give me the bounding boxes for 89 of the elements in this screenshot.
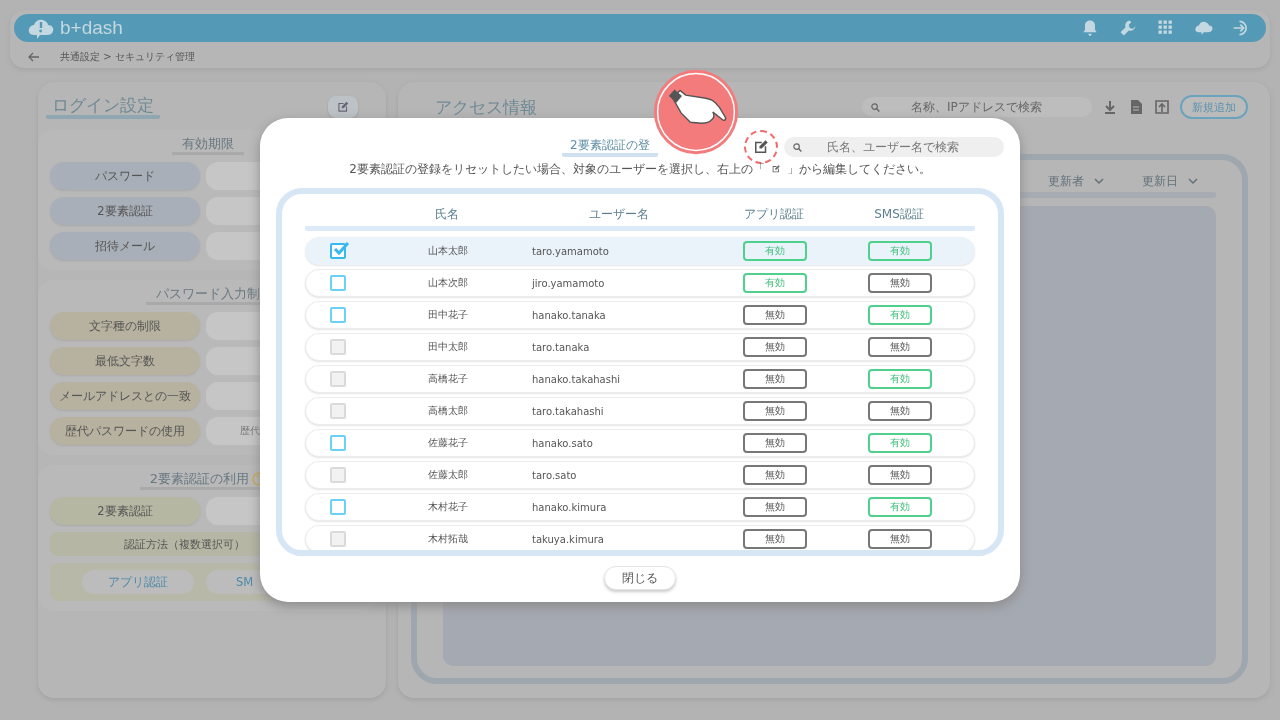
column-header: SMS認証 <box>873 205 925 223</box>
setting-label: 歴代パスワードの使用 <box>50 417 200 445</box>
status-badge: 無効 <box>868 401 932 421</box>
search-icon <box>870 101 881 113</box>
name-cell-text: 山本太郎 <box>426 244 469 258</box>
name-cell-text: 高橋太郎 <box>426 404 469 418</box>
status-badge: 無効 <box>743 305 807 325</box>
status-badge: 無効 <box>868 337 932 357</box>
status-badge: 無効 <box>743 497 807 517</box>
username-cell-text: hanako.tanaka <box>531 309 607 321</box>
search-icon <box>792 141 803 153</box>
status-badge: 有効 <box>868 497 932 517</box>
setting-label: 2要素認証 <box>50 497 200 525</box>
setting-label: 最低文字数 <box>50 347 200 375</box>
setting-label: 招待メール <box>50 232 200 260</box>
status-badge: 有効 <box>868 241 932 261</box>
status-badge: 無効 <box>743 369 807 389</box>
wrench-icon[interactable] <box>1118 18 1138 38</box>
username-cell-text: hanako.takahashi <box>531 373 622 385</box>
edit-icon <box>752 138 770 156</box>
setting-label: 2要素認証 <box>50 197 200 225</box>
user-row[interactable]: 佐藤花子 hanako.sato 無効 有効 <box>305 429 975 457</box>
panel-title: ログイン設定 <box>46 95 160 119</box>
setting-label: パスワード <box>50 162 200 190</box>
back-arrow-icon[interactable] <box>28 52 40 62</box>
status-badge: 有効 <box>868 305 932 325</box>
user-row[interactable]: 木村花子 hanako.kimura 無効 有効 <box>305 493 975 521</box>
user-row[interactable]: 山本太郎 taro.yamamoto 有効 有効 <box>305 237 975 265</box>
status-badge: 無効 <box>743 433 807 453</box>
section-title: パスワード入力制 <box>156 286 260 302</box>
name-cell-text: 佐藤花子 <box>426 436 469 450</box>
edit-button[interactable] <box>744 130 778 164</box>
document-icon[interactable] <box>1128 99 1144 115</box>
status-badge: 無効 <box>868 529 932 549</box>
search-field[interactable]: 氏名、ユーザー名で検索 <box>784 137 1004 157</box>
username-cell-text: taro.yamamoto <box>531 245 610 257</box>
checkbox[interactable] <box>330 243 346 259</box>
checkbox[interactable] <box>330 307 346 323</box>
name-cell-text: 木村花子 <box>426 500 469 514</box>
download-icon[interactable] <box>1102 99 1118 115</box>
username-cell-text: hanako.sato <box>531 437 594 449</box>
edit-icon <box>336 100 350 114</box>
username-cell-text: takuya.kimura <box>531 533 605 545</box>
name-cell-text: 山本次郎 <box>426 276 469 290</box>
panel-title: アクセス情報 <box>434 95 538 119</box>
status-badge: 無効 <box>868 273 932 293</box>
status-badge: 無効 <box>743 401 807 421</box>
checkbox[interactable] <box>330 275 346 291</box>
edit-button[interactable] <box>328 96 358 118</box>
section-title: 2要素認証の利用 <box>149 471 250 487</box>
status-badge: 有効 <box>868 433 932 453</box>
name-cell-text: 田中花子 <box>426 308 469 322</box>
column-header: 氏名 <box>433 205 460 223</box>
description-text: 2要素認証の登録をリセットしたい場合、対象のユーザーを選択し、右上の「 <box>349 160 765 178</box>
modal-title: 2要素認証の登 <box>562 137 658 157</box>
setting-label: メールアドレスとの一致 <box>50 382 200 410</box>
user-row[interactable]: 山本次郎 jiro.yamamoto 有効 無効 <box>305 269 975 297</box>
description-text: 」から編集してください。 <box>786 160 931 178</box>
name-cell-text: 佐藤太郎 <box>426 468 469 482</box>
edit-icon <box>770 164 781 174</box>
close-button[interactable]: 閉じる <box>604 566 676 590</box>
name-cell-text: 田中太郎 <box>426 340 469 354</box>
status-badge: 有効 <box>743 273 807 293</box>
username-cell-text: jiro.yamamoto <box>531 277 606 289</box>
checkbox[interactable] <box>330 435 346 451</box>
status-badge: 有効 <box>743 241 807 261</box>
column-header: アプリ認証 <box>743 205 805 223</box>
status-badge: 無効 <box>743 465 807 485</box>
status-badge: 無効 <box>868 465 932 485</box>
cloud-icon <box>28 17 54 39</box>
name-cell-text: 木村拓哉 <box>426 532 469 546</box>
username-cell-text: hanako.kimura <box>531 501 608 513</box>
column-header: ユーザー名 <box>588 205 650 223</box>
upload-icon[interactable] <box>1154 99 1170 115</box>
checkbox[interactable] <box>330 499 346 515</box>
status-badge: 無効 <box>743 337 807 357</box>
section-title: 有効期限 <box>182 136 234 152</box>
setting-label: 文字種の制限 <box>50 312 200 340</box>
name-cell-text: 高橋花子 <box>426 372 469 386</box>
logo-text: b+dash <box>60 17 123 39</box>
chevron-down-icon[interactable] <box>1188 177 1198 185</box>
status-badge: 有効 <box>868 369 932 389</box>
username-cell-text: taro.tanaka <box>531 341 591 353</box>
username-cell-text: taro.takahashi <box>531 405 605 417</box>
breadcrumb: 共通設定 > セキュリティ管理 <box>60 50 195 64</box>
status-badge: 無効 <box>743 529 807 549</box>
username-cell-text: taro.sato <box>531 469 578 481</box>
user-row[interactable]: 田中花子 hanako.tanaka 無効 有効 <box>305 301 975 329</box>
chevron-down-icon[interactable] <box>1094 177 1104 185</box>
